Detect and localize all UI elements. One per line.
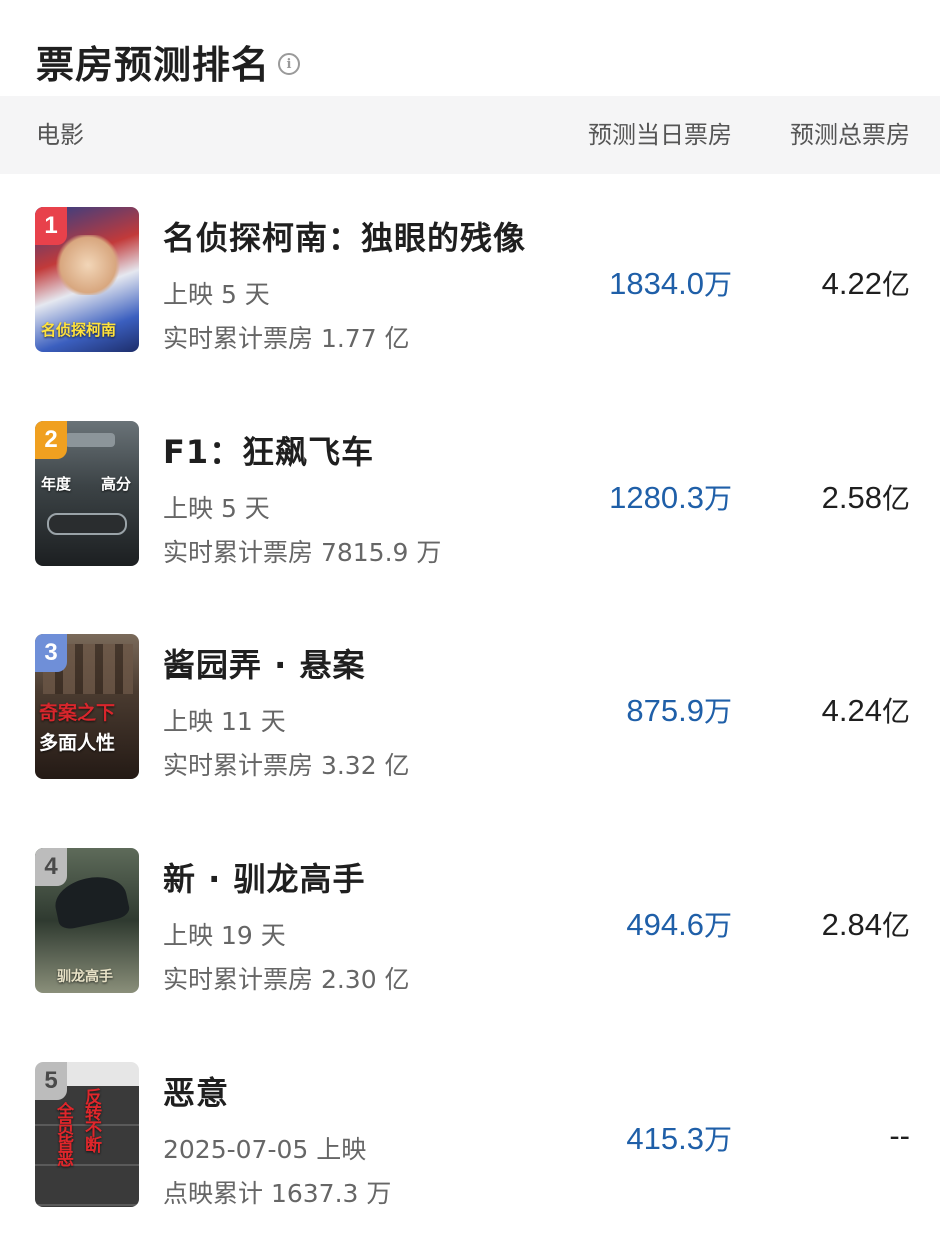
- daily-forecast: 494.6万: [626, 904, 732, 944]
- release-info: 2025-07-05 上映: [163, 1135, 367, 1164]
- movie-poster[interactable]: 奇案之下 多面人性 3: [35, 634, 139, 779]
- preview-box-office: 点映累计 1637.3 万: [163, 1179, 392, 1208]
- daily-forecast: 1280.3万: [609, 477, 732, 517]
- release-info: 上映 19 天: [163, 921, 286, 950]
- header-daily-forecast[interactable]: 预测当日票房: [588, 96, 732, 174]
- cumulative-box-office: 实时累计票房 2.30 亿: [163, 965, 410, 994]
- total-value: 4.22: [821, 266, 882, 301]
- daily-value: 1834.0: [609, 266, 704, 301]
- daily-unit: 万: [703, 1123, 732, 1156]
- movie-title[interactable]: 恶意: [163, 1068, 229, 1114]
- total-unit: 亿: [881, 695, 910, 728]
- movie-row[interactable]: 驯龙高手 4 新 · 驯龙高手 上映 19 天 实时累计票房 2.30 亿 49…: [0, 848, 940, 998]
- rank-badge: 1: [35, 207, 67, 245]
- rank-badge: 3: [35, 634, 67, 672]
- total-unit: 亿: [881, 268, 910, 301]
- movie-title[interactable]: F1：狂飙飞车: [163, 427, 374, 473]
- movie-title[interactable]: 新 · 驯龙高手: [163, 854, 365, 900]
- cumulative-box-office: 实时累计票房 1.77 亿: [163, 324, 410, 353]
- daily-unit: 万: [703, 268, 732, 301]
- daily-forecast: 415.3万: [626, 1118, 732, 1158]
- total-forecast: 2.58亿: [822, 477, 910, 517]
- daily-value: 1280.3: [609, 480, 704, 515]
- cumulative-box-office: 实时累计票房 3.32 亿: [163, 751, 410, 780]
- movie-poster[interactable]: 反转不断 全员皆恶 5: [35, 1062, 139, 1207]
- poster-title-text: 驯龙高手: [57, 969, 113, 985]
- table-header: 电影 预测当日票房 预测总票房: [0, 96, 940, 174]
- info-icon[interactable]: i: [278, 53, 301, 75]
- movie-poster[interactable]: 驯龙高手 4: [35, 848, 139, 993]
- poster-title-text: 奇案之下: [39, 702, 116, 724]
- movie-row[interactable]: 年度 高分 2 F1：狂飙飞车 上映 5 天 实时累计票房 7815.9 万 1…: [0, 421, 940, 571]
- release-info: 上映 11 天: [163, 707, 286, 736]
- page-title: 票房预测排名: [36, 42, 271, 87]
- poster-title-text: 多面人性: [39, 732, 116, 754]
- poster-title-text: 反转不断: [81, 1088, 101, 1152]
- poster-title-text: 名侦探柯南: [41, 321, 117, 339]
- daily-value: 875.9: [626, 693, 704, 728]
- total-forecast: 4.22亿: [822, 263, 910, 303]
- poster-title-text: 高分: [101, 475, 132, 493]
- total-forecast: 2.84亿: [822, 904, 910, 944]
- rank-badge: 4: [35, 848, 67, 886]
- movie-poster[interactable]: 年度 高分 2: [35, 421, 139, 566]
- daily-forecast: 875.9万: [626, 690, 732, 730]
- release-info: 上映 5 天: [163, 280, 270, 309]
- daily-unit: 万: [703, 909, 732, 942]
- movie-title[interactable]: 酱园弄 · 悬案: [163, 640, 365, 686]
- total-value: 4.24: [821, 693, 882, 728]
- movie-row[interactable]: 奇案之下 多面人性 3 酱园弄 · 悬案 上映 11 天 实时累计票房 3.32…: [0, 634, 940, 784]
- daily-forecast: 1834.0万: [609, 263, 732, 303]
- total-value: --: [889, 1118, 910, 1153]
- movie-row[interactable]: 名侦探柯南 1 名侦探柯南：独眼的残像 上映 5 天 实时累计票房 1.77 亿…: [0, 207, 940, 357]
- release-info: 上映 5 天: [163, 494, 270, 523]
- daily-value: 415.3: [626, 1121, 704, 1156]
- daily-unit: 万: [703, 695, 732, 728]
- total-value: 2.58: [821, 480, 882, 515]
- header-total-forecast[interactable]: 预测总票房: [790, 96, 910, 174]
- total-value: 2.84: [821, 907, 882, 942]
- daily-value: 494.6: [626, 907, 704, 942]
- cumulative-box-office: 实时累计票房 7815.9 万: [163, 538, 442, 567]
- page-header: 票房预测排名 i: [36, 36, 301, 87]
- header-movie: 电影: [36, 121, 84, 149]
- poster-title-text: 年度: [41, 475, 72, 493]
- movie-title[interactable]: 名侦探柯南：独眼的残像: [163, 213, 526, 259]
- movie-poster[interactable]: 名侦探柯南 1: [35, 207, 139, 352]
- rank-badge: 2: [35, 421, 67, 459]
- poster-title-text: 全员皆恶: [53, 1102, 73, 1166]
- total-forecast: --: [889, 1118, 910, 1154]
- rank-badge: 5: [35, 1062, 67, 1100]
- total-unit: 亿: [881, 482, 910, 515]
- total-forecast: 4.24亿: [822, 690, 910, 730]
- daily-unit: 万: [703, 482, 732, 515]
- movie-row[interactable]: 反转不断 全员皆恶 5 恶意 2025-07-05 上映 点映累计 1637.3…: [0, 1062, 940, 1212]
- total-unit: 亿: [881, 909, 910, 942]
